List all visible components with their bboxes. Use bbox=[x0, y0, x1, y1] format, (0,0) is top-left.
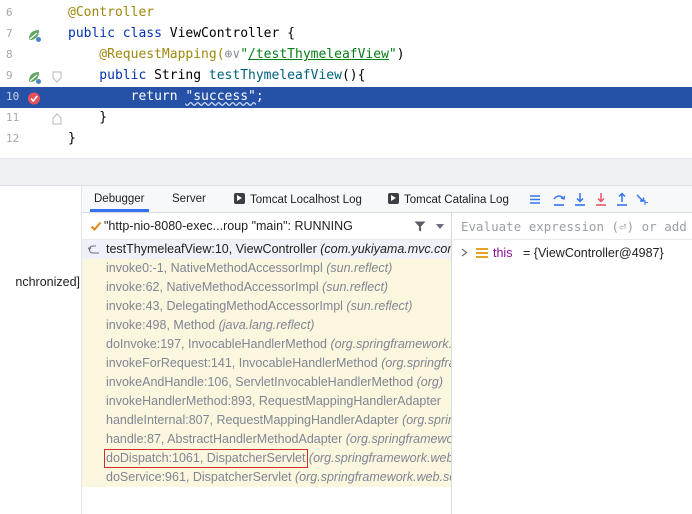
code-line-10-execution-point[interactable]: 10 return "success"; bbox=[0, 87, 692, 108]
frames-panel[interactable]: "http-nio-8080-exec...roup "main": RUNNI… bbox=[82, 213, 452, 514]
frame-label: doService:961, DispatcherServlet (org.sp… bbox=[106, 470, 451, 484]
list-item-frame[interactable]: testThymeleafView:10, ViewController (co… bbox=[82, 240, 452, 259]
tab-tomcat-localhost-log[interactable]: Tomcat Localhost Log bbox=[234, 193, 362, 206]
variable-name: this bbox=[493, 246, 513, 260]
frame-label: doInvoke:197, InvocableHandlerMethod (or… bbox=[106, 337, 452, 351]
frame-label: invoke:43, DelegatingMethodAccessorImpl … bbox=[106, 299, 413, 313]
frame-label: invokeAndHandle:106, ServletInvocableHan… bbox=[106, 375, 444, 389]
list-item-frame[interactable]: invokeHandlerMethod:893, RequestMappingH… bbox=[82, 392, 451, 411]
console-icon bbox=[234, 193, 245, 204]
thread-label: "http-nio-8080-exec...roup "main": RUNNI… bbox=[104, 219, 353, 233]
list-item-frame[interactable]: invokeAndHandle:106, ServletInvocableHan… bbox=[82, 373, 451, 392]
step-over-icon[interactable] bbox=[552, 192, 566, 207]
code-line-12[interactable]: 12 } bbox=[0, 129, 692, 150]
line-number: 12 bbox=[6, 132, 20, 145]
return-icon bbox=[88, 245, 99, 254]
menu-icon[interactable] bbox=[528, 192, 542, 207]
threads-side-panel[interactable]: nchronized] bbox=[0, 186, 82, 514]
code-line-7[interactable]: 7 public class ViewController { bbox=[0, 24, 692, 45]
list-item-frame[interactable]: invoke:43, DelegatingMethodAccessorImpl … bbox=[82, 297, 451, 316]
chevron-down-icon[interactable] bbox=[436, 224, 444, 230]
fold-icon[interactable] bbox=[52, 71, 62, 83]
endpoint-link: /testThymeleafView bbox=[248, 47, 389, 62]
variable-value: = {ViewController@4987} bbox=[523, 246, 664, 260]
filter-icon[interactable] bbox=[414, 221, 426, 232]
code-text: } bbox=[68, 131, 76, 146]
force-step-into-icon[interactable] bbox=[594, 192, 608, 207]
code-line-9[interactable]: 9 public String testThymeleafView(){ bbox=[0, 66, 692, 87]
breakpoint-icon[interactable] bbox=[26, 90, 42, 106]
chevron-right-icon[interactable] bbox=[461, 248, 468, 257]
code-text: @RequestMapping(⊕∨"/testThymeleafView") bbox=[68, 47, 405, 62]
list-item-frame-doDispatch[interactable]: doDispatch:1061, DispatcherServlet (org.… bbox=[82, 449, 451, 468]
line-number: 7 bbox=[6, 27, 13, 40]
frame-label: invoke:62, NativeMethodAccessorImpl (sun… bbox=[106, 280, 389, 294]
code-line-11[interactable]: 11 } bbox=[0, 108, 692, 129]
spring-bean-icon[interactable] bbox=[26, 27, 42, 43]
evaluate-expression-input[interactable]: Evaluate expression (⏎) or add a watch bbox=[453, 213, 692, 240]
tab-server[interactable]: Server bbox=[172, 193, 206, 205]
list-item-frame[interactable]: invoke:62, NativeMethodAccessorImpl (sun… bbox=[82, 278, 451, 297]
tab-debugger[interactable]: Debugger bbox=[90, 193, 148, 212]
code-text: public String testThymeleafView(){ bbox=[68, 68, 366, 83]
frame-label: testThymeleafView:10, ViewController (co… bbox=[106, 242, 452, 256]
variable-row[interactable]: this = {ViewController@4987} bbox=[453, 243, 692, 263]
step-into-icon[interactable] bbox=[573, 192, 587, 207]
fold-icon[interactable] bbox=[52, 113, 62, 125]
frame-label: invoke:498, Method (java.lang.reflect) bbox=[106, 318, 315, 332]
code-text: } bbox=[68, 110, 108, 125]
code-text: return "success"; bbox=[68, 89, 264, 104]
thread-selector[interactable]: "http-nio-8080-exec...roup "main": RUNNI… bbox=[82, 213, 451, 240]
frame-label: handleInternal:807, RequestMappingHandle… bbox=[106, 413, 452, 427]
list-item-frame[interactable]: invokeForRequest:141, InvocableHandlerMe… bbox=[82, 354, 451, 373]
console-icon bbox=[388, 193, 399, 204]
editor-separator bbox=[0, 158, 692, 186]
thread-status-text: nchronized] bbox=[15, 275, 80, 289]
code-text: @Controller bbox=[68, 5, 155, 20]
checkmark-icon bbox=[90, 221, 102, 231]
list-item-frame[interactable]: invoke0:-1, NativeMethodAccessorImpl (su… bbox=[82, 259, 451, 278]
run-to-cursor-icon[interactable] bbox=[635, 192, 649, 207]
highlight-box bbox=[104, 449, 308, 468]
field-icon bbox=[476, 248, 488, 258]
web-endpoint-icon: ⊕∨ bbox=[224, 47, 241, 62]
frame-label: handle:87, AbstractHandlerMethodAdapter … bbox=[106, 432, 452, 446]
code-text: public class ViewController { bbox=[68, 26, 295, 41]
line-number: 6 bbox=[6, 6, 13, 19]
frame-label: invokeHandlerMethod:893, RequestMappingH… bbox=[106, 394, 441, 408]
debug-tab-bar: Debugger Server Tomcat Localhost Log Tom… bbox=[82, 186, 692, 213]
code-line-6[interactable]: 6 @Controller bbox=[0, 3, 692, 24]
list-item-frame[interactable]: handleInternal:807, RequestMappingHandle… bbox=[82, 411, 452, 430]
code-line-8[interactable]: 8 @RequestMapping(⊕∨"/testThymeleafView"… bbox=[0, 45, 692, 66]
step-out-icon[interactable] bbox=[615, 192, 629, 207]
tab-tomcat-catalina-log[interactable]: Tomcat Catalina Log bbox=[388, 193, 509, 206]
spring-bean-icon[interactable] bbox=[26, 69, 42, 85]
frame-label: invokeForRequest:141, InvocableHandlerMe… bbox=[106, 356, 451, 370]
list-item-frame[interactable]: doInvoke:197, InvocableHandlerMethod (or… bbox=[82, 335, 452, 354]
line-number: 8 bbox=[6, 48, 13, 61]
line-number: 9 bbox=[6, 69, 13, 82]
list-item-frame[interactable]: doService:961, DispatcherServlet (org.sp… bbox=[82, 468, 451, 487]
line-number: 10 bbox=[6, 90, 20, 103]
list-item-frame[interactable]: handle:87, AbstractHandlerMethodAdapter … bbox=[82, 430, 452, 449]
line-number: 11 bbox=[6, 111, 20, 124]
code-editor[interactable]: 6 @Controller 7 public class ViewControl… bbox=[0, 0, 692, 158]
frame-label: invoke0:-1, NativeMethodAccessorImpl (su… bbox=[106, 261, 393, 275]
list-item-frame[interactable]: invoke:498, Method (java.lang.reflect) bbox=[82, 316, 451, 335]
variables-panel[interactable]: Evaluate expression (⏎) or add a watch t… bbox=[453, 213, 692, 514]
